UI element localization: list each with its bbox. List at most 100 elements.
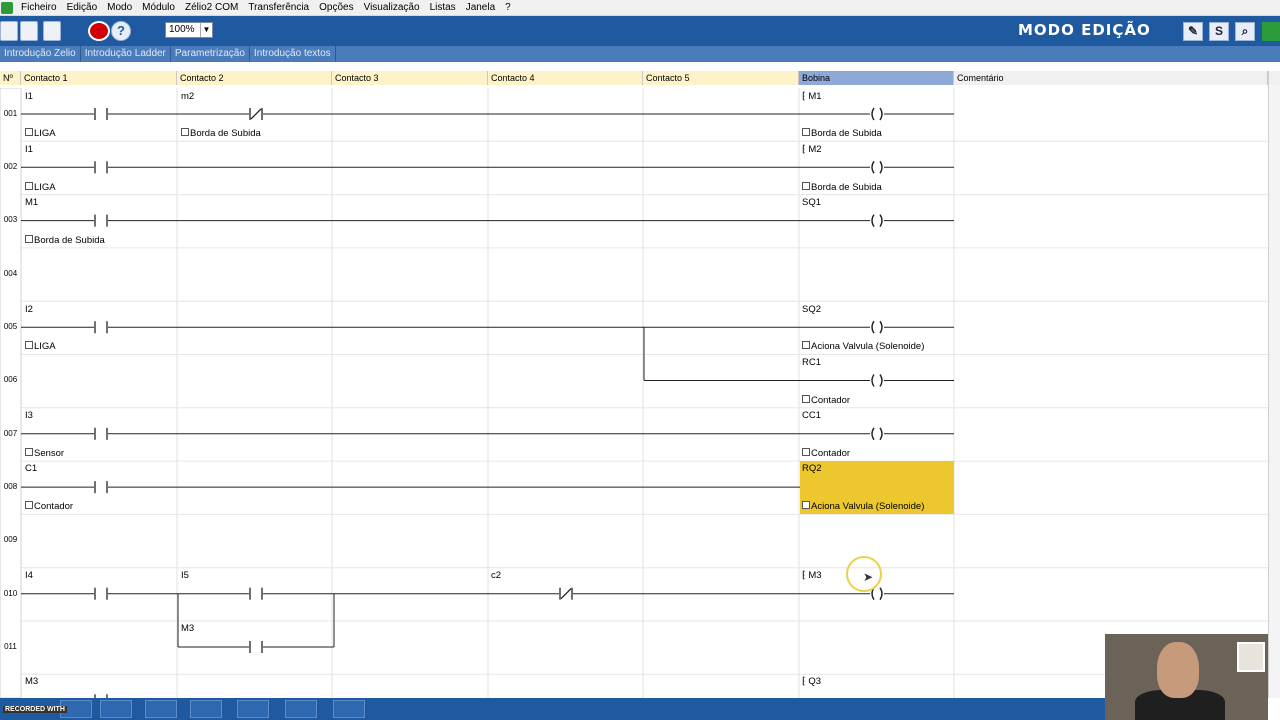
contact-gap [94, 161, 108, 174]
webcam-window [1237, 642, 1265, 672]
checkbox-icon [25, 448, 33, 456]
contact-comment: Borda de Subida [25, 235, 105, 246]
column-number: Nº [0, 71, 21, 85]
coil-name[interactable]: SQ2 [802, 304, 821, 315]
chevron-down-icon: ▼ [200, 23, 212, 37]
menu-listas[interactable]: Listas [425, 0, 461, 16]
contact-name[interactable]: I2 [25, 304, 33, 315]
contact-name[interactable]: I1 [25, 144, 33, 155]
checkbox-icon [25, 182, 33, 190]
coil-name[interactable]: ⁅ M3 [802, 570, 822, 581]
checkbox-icon [25, 235, 33, 243]
column-contacto-2: Contacto 2 [177, 71, 332, 85]
coil-name[interactable]: ⁅ M1 [802, 91, 822, 102]
task-button[interactable] [237, 700, 269, 718]
contact-name[interactable]: I4 [25, 570, 33, 581]
ladder-grid[interactable]: 001 002 003 004 005 006 007 008 009 010 … [0, 88, 1268, 698]
menu-modulo[interactable]: Módulo [137, 0, 180, 16]
menu-visualizacao[interactable]: Visualização [359, 0, 425, 16]
column-header: Nº Contacto 1 Contacto 2 Contacto 3 Cont… [0, 71, 1268, 85]
task-button[interactable] [333, 700, 365, 718]
edit-mode-icon[interactable]: ✎ [1183, 22, 1203, 41]
tab-parametrizacao[interactable]: Parametrização [171, 46, 250, 62]
menu-ficheiro[interactable]: Ficheiro [16, 0, 62, 16]
contact-gap [249, 641, 263, 653]
coil-comment: Aciona Valvula (Solenoide) [802, 341, 924, 352]
help-icon[interactable]: ? [111, 21, 131, 41]
task-button[interactable] [100, 700, 132, 718]
menu-help[interactable]: ? [500, 0, 516, 16]
contact-name[interactable]: M3 [25, 676, 38, 687]
row-number: 001 [3, 109, 18, 118]
column-contacto-3: Contacto 3 [332, 71, 488, 85]
search-icon[interactable]: ⌕ [1235, 22, 1255, 41]
ladder-diagram [0, 88, 1268, 698]
stop-icon[interactable] [88, 21, 110, 41]
column-contacto-1: Contacto 1 [21, 71, 177, 85]
contact-name[interactable]: C1 [25, 463, 37, 474]
contact-name[interactable]: I3 [25, 410, 33, 421]
tab-bar: Introdução Zelio Introdução Ladder Param… [0, 46, 1280, 62]
contact-gap [94, 427, 108, 440]
checkbox-icon [25, 341, 33, 349]
checkbox-icon [802, 341, 810, 349]
open-folder-icon[interactable] [20, 21, 38, 41]
tab-introducao-textos[interactable]: Introdução textos [250, 46, 336, 62]
coil-name[interactable]: RQ2 [802, 463, 822, 474]
coil-name[interactable]: ⁅ M2 [802, 144, 822, 155]
contact-name[interactable]: I5 [181, 570, 189, 581]
menu-opcoes[interactable]: Opções [314, 0, 358, 16]
row-number: 006 [3, 375, 18, 384]
zoom-select[interactable]: 100% ▼ [165, 22, 213, 38]
menu-modo[interactable]: Modo [102, 0, 137, 16]
contact-name[interactable]: I1 [25, 91, 33, 102]
tab-introducao-zelio[interactable]: Introdução Zelio [0, 46, 81, 62]
tab-introducao-ladder[interactable]: Introdução Ladder [81, 46, 171, 62]
checkbox-icon [802, 182, 810, 190]
vertical-scrollbar[interactable] [1268, 85, 1280, 698]
row-number: 007 [3, 429, 18, 438]
menu-edicao[interactable]: Edição [62, 0, 103, 16]
coil-comment: Borda de Subida [802, 182, 882, 193]
task-button[interactable] [190, 700, 222, 718]
contact-name[interactable]: M3 [181, 623, 194, 634]
row-number: 010 [3, 589, 18, 598]
contact-gap [94, 214, 108, 227]
row-number: 008 [3, 482, 18, 491]
row-number: 011 [4, 642, 17, 651]
scrollbar-corner [1268, 71, 1280, 85]
task-button[interactable] [285, 700, 317, 718]
checkbox-icon [25, 128, 33, 136]
zelio-logo-icon [1262, 22, 1280, 41]
contact-comment: Sensor [25, 448, 64, 459]
menu-zelio2-com[interactable]: Zélio2 COM [180, 0, 243, 16]
coil-name[interactable]: RC1 [802, 357, 821, 368]
coil-name[interactable]: SQ1 [802, 197, 821, 208]
new-file-icon[interactable] [0, 21, 18, 41]
toolbar: ? 100% ▼ MODO EDIÇÃO ✎ S ⌕ [0, 16, 1280, 46]
contact-name[interactable]: M1 [25, 197, 38, 208]
contact-comment: LIGA [25, 341, 56, 352]
column-bobina: Bobina [799, 71, 954, 85]
coil-comment: Borda de Subida [802, 128, 882, 139]
webcam-overlay [1105, 634, 1268, 720]
coil-name[interactable]: ⁅ Q3 [802, 676, 821, 687]
simulation-icon[interactable]: S [1209, 22, 1229, 41]
checkbox-icon [802, 448, 810, 456]
menu-janela[interactable]: Janela [461, 0, 500, 16]
row-number-column [0, 88, 22, 698]
coil-name[interactable]: CC1 [802, 410, 821, 421]
coil-comment: Contador [802, 395, 850, 406]
menu-transferencia[interactable]: Transferência [243, 0, 314, 16]
task-button[interactable] [145, 700, 177, 718]
save-icon[interactable] [43, 21, 61, 41]
contact-gap [249, 587, 263, 600]
contact-name[interactable]: c2 [491, 570, 501, 581]
contact-gap [94, 481, 108, 494]
checkbox-icon [802, 128, 810, 136]
coil-comment: Contador [802, 448, 850, 459]
contact-name[interactable]: m2 [181, 91, 194, 102]
checkbox-icon [802, 501, 810, 509]
contact-comment: LIGA [25, 128, 56, 139]
contact-gap [94, 321, 108, 334]
